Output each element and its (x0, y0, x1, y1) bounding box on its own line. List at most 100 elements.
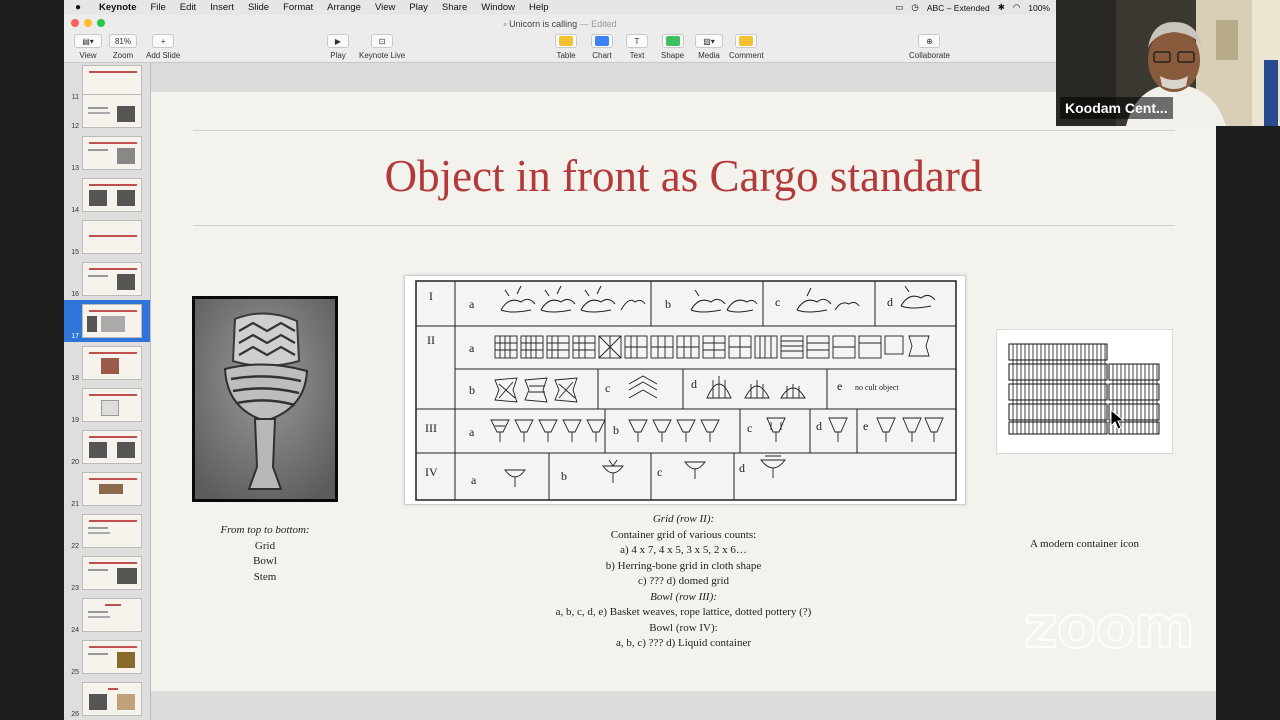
collaborate-icon: ⊕ (918, 34, 941, 48)
table-button[interactable]: Table (555, 34, 577, 60)
apple-menu-icon[interactable]: ● (64, 2, 92, 13)
label-b: b (613, 423, 619, 437)
slide-thumbnail-15[interactable]: 15 (64, 216, 150, 258)
menu-insert[interactable]: Insert (203, 2, 241, 13)
slide-number: 17 (71, 333, 79, 340)
slide-thumbnail-21[interactable]: 21 (64, 468, 150, 510)
play-icon: ▶ (327, 34, 349, 48)
slide-number: 24 (71, 627, 79, 634)
chart-button[interactable]: Chart (591, 34, 613, 60)
shape-button[interactable]: Shape (661, 34, 684, 60)
label-d: d (887, 295, 893, 309)
left-caption-line: Stem (253, 570, 277, 583)
bluetooth-icon[interactable]: ✱ (998, 2, 1005, 13)
comment-button[interactable]: Comment (729, 34, 764, 60)
keynote-live-label: Keynote Live (359, 51, 406, 60)
add-slide-button[interactable]: + Add Slide (146, 34, 180, 60)
view-button[interactable]: ▤▾ View (74, 34, 102, 60)
view-icon: ▤▾ (74, 34, 102, 48)
slide-title[interactable]: Object in front as Cargo standard (151, 150, 1216, 202)
container-icon-image[interactable] (996, 329, 1173, 454)
table-icon (555, 34, 577, 48)
zoom-control[interactable]: 81% Zoom (109, 34, 137, 60)
slide-canvas[interactable]: Object in front as Cargo standard From t… (151, 63, 1216, 720)
menu-arrange[interactable]: Arrange (320, 2, 368, 13)
slide-number: 15 (71, 249, 79, 256)
slide-thumbnail-16[interactable]: 16 (64, 258, 150, 300)
slide-thumbnail-26[interactable]: 26 (64, 678, 150, 720)
center-caption[interactable]: Grid (row II): Container grid of various… (476, 512, 891, 652)
menu-view[interactable]: View (368, 2, 402, 13)
mouse-cursor-icon (1110, 409, 1126, 430)
slide-thumbnail-image (82, 388, 142, 422)
media-label: Media (698, 51, 720, 60)
slide-thumbnail-12[interactable]: 12 (64, 90, 150, 132)
slide-number: 21 (71, 501, 79, 508)
zoom-value[interactable]: 81% (109, 34, 137, 48)
menu-window[interactable]: Window (474, 2, 522, 13)
row-numeral-1: I (429, 289, 433, 303)
menu-slide[interactable]: Slide (241, 2, 276, 13)
collaborate-label: Collaborate (909, 51, 950, 60)
label-a: a (469, 341, 475, 355)
battery-label[interactable]: 100% (1028, 3, 1050, 13)
input-source[interactable]: ABC – Extended (927, 3, 990, 13)
label-b: b (561, 469, 567, 483)
label-d: d (739, 461, 745, 475)
menu-format[interactable]: Format (276, 2, 320, 13)
collaborate-button[interactable]: ⊕ Collaborate (909, 34, 950, 60)
participant-name: Koodam Cent... (1060, 97, 1173, 119)
title-rule-bottom (193, 225, 1175, 226)
stacked-containers-icon (1008, 343, 1160, 435)
slide-thumbnail-19[interactable]: 19 (64, 384, 150, 426)
slide-thumbnail-image (82, 94, 142, 128)
slide-thumbnail-14[interactable]: 14 (64, 174, 150, 216)
label-a: a (471, 473, 477, 487)
center-caption-line: c) ??? d) domed grid (637, 575, 729, 587)
plus-icon: + (152, 34, 175, 48)
menu-edit[interactable]: Edit (173, 2, 203, 13)
slide-thumbnail-25[interactable]: 25 (64, 636, 150, 678)
play-button[interactable]: ▶ Play (327, 34, 349, 60)
right-caption[interactable]: A modern container icon (996, 537, 1173, 553)
no-cult-object-note: no cult object (855, 383, 899, 392)
text-button[interactable]: T Text (626, 34, 648, 60)
menu-app-keynote[interactable]: Keynote (92, 2, 143, 13)
shape-label: Shape (661, 51, 685, 60)
slide-thumbnail-20[interactable]: 20 (64, 426, 150, 468)
center-caption-line: b) Herring-bone grid in cloth shape (605, 559, 762, 572)
label-c: c (657, 465, 662, 479)
menu-share[interactable]: Share (435, 2, 474, 13)
menu-play[interactable]: Play (402, 2, 434, 13)
display-icon[interactable]: ▭ (895, 2, 903, 13)
time-machine-icon[interactable]: ◷ (911, 2, 918, 13)
text-label: Text (629, 51, 645, 60)
slide-thumbnail-23[interactable]: 23 (64, 552, 150, 594)
slide-thumbnail-22[interactable]: 22 (64, 510, 150, 552)
menu-file[interactable]: File (143, 2, 172, 13)
slide-number: 26 (71, 711, 79, 718)
slide-number: 14 (71, 207, 79, 214)
slide-thumbnail-image (82, 136, 142, 170)
sign-variant-table-image[interactable]: I II III IV a b c d a b c d e no cult ob… (404, 275, 966, 505)
slide-number: 22 (71, 543, 79, 550)
center-caption-line: Bowl (row IV): (649, 621, 718, 634)
slide-thumbnail-24[interactable]: 24 (64, 594, 150, 636)
participant-video-tile[interactable]: Koodam Cent... (1056, 0, 1280, 126)
seal-object-photo[interactable] (192, 296, 338, 502)
slide-thumbnail-13[interactable]: 13 (64, 132, 150, 174)
left-caption[interactable]: From top to bottom: Grid Bowl Stem (192, 523, 338, 585)
slide-thumbnail-image (82, 640, 142, 674)
media-button[interactable]: ▨▾ Media (695, 34, 723, 60)
slide-thumbnail-17-selected[interactable]: 17 (64, 300, 150, 342)
document-icon: ▫ (503, 19, 507, 29)
slide-number: 13 (71, 165, 79, 172)
slide-thumbnail-image (82, 220, 142, 254)
document-edited-status: — Edited (579, 19, 617, 29)
slide-thumbnail-18[interactable]: 18 (64, 342, 150, 384)
left-caption-heading: From top to bottom: (220, 524, 310, 536)
menu-help[interactable]: Help (522, 2, 556, 13)
text-icon: T (626, 34, 648, 48)
keynote-live-button[interactable]: ⊡ Keynote Live (359, 34, 405, 60)
wifi-icon[interactable]: ◠ (1013, 2, 1020, 13)
